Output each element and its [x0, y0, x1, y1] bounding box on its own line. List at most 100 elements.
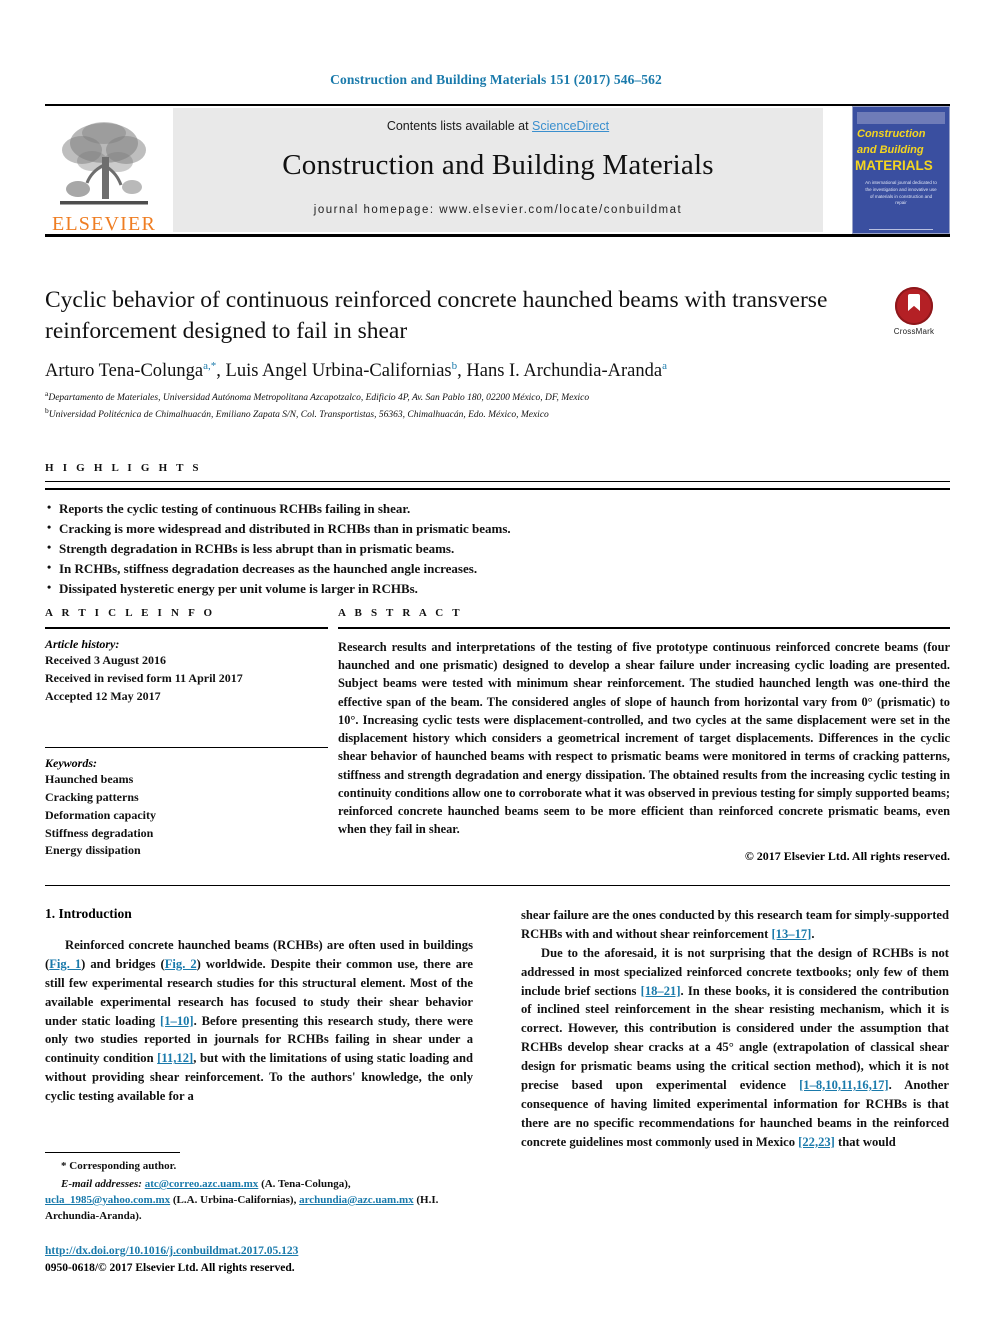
- citation-link[interactable]: [13–17]: [771, 927, 811, 941]
- cover-subtitle: An international journal dedicated to th…: [865, 180, 937, 206]
- article-info-column: A R T I C L E I N F O Article history: R…: [45, 607, 328, 864]
- body-columns: 1. Introduction Reinforced concrete haun…: [45, 906, 950, 1152]
- email-owner-2: (L.A. Urbina-Californias),: [170, 1193, 300, 1206]
- list-item: Cracking is more widespread and distribu…: [45, 518, 950, 539]
- affiliation-text: Universidad Politécnica de Chimalhuacán,…: [48, 410, 549, 421]
- keywords-list: Haunched beams Cracking patterns Deforma…: [45, 771, 328, 860]
- crossmark-badge-group[interactable]: CrossMark: [878, 287, 950, 336]
- article-info-rule: [45, 627, 328, 629]
- cover-topbar: [857, 112, 945, 124]
- highlights-section: H I G H L I G H T S Reports the cyclic t…: [45, 462, 950, 598]
- article-first-page: Construction and Building Materials 151 …: [0, 0, 992, 1323]
- intro-paragraph-3: Due to the aforesaid, it is not surprisi…: [521, 944, 949, 1152]
- info-abstract-section: A R T I C L E I N F O Article history: R…: [45, 607, 950, 864]
- corresponding-author-note: * Corresponding author.: [61, 1160, 177, 1172]
- keyword-item[interactable]: Haunched beams: [45, 771, 328, 789]
- intro-right-text-d: . In these books, it is considered the c…: [521, 983, 949, 1093]
- author-affil-mark: a,*: [203, 360, 217, 373]
- cover-line-1: Construction: [857, 128, 926, 140]
- journal-homepage[interactable]: journal homepage: www.elsevier.com/locat…: [173, 204, 823, 216]
- email-owner-1: (A. Tena-Colunga),: [258, 1177, 351, 1190]
- body-divider: [45, 885, 950, 886]
- contents-prefix: Contents lists available at: [386, 119, 533, 133]
- article-info-heading: A R T I C L E I N F O: [45, 607, 216, 619]
- list-item: In RCHBs, stiffness degradation decrease…: [45, 558, 950, 579]
- article-history-title: Article history:: [45, 637, 120, 651]
- citation-link[interactable]: [11,12]: [157, 1051, 193, 1065]
- author-name[interactable]: Arturo Tena-Colunga: [45, 361, 203, 381]
- intro-paragraph-2: shear failure are the ones conducted by …: [521, 906, 949, 944]
- crossmark-label: CrossMark: [893, 327, 935, 336]
- keywords-rule: [45, 747, 328, 749]
- keywords-block: Keywords: Haunched beams Cracking patter…: [45, 747, 328, 860]
- intro-text-b: ) and bridges (: [81, 956, 165, 971]
- article-history-list: Received 3 August 2016 Received in revis…: [45, 652, 328, 705]
- journal-cover-thumbnail: Construction and Building MATERIALS An i…: [852, 106, 950, 234]
- figure-link-1[interactable]: Fig. 1: [49, 957, 81, 971]
- list-item: Reports the cyclic testing of continuous…: [45, 498, 950, 519]
- footnote-block: * Corresponding author. E-mail addresses…: [45, 1152, 473, 1225]
- list-item: Dissipated hysteretic energy per unit vo…: [45, 578, 950, 599]
- history-item: Accepted 12 May 2017: [45, 688, 161, 703]
- abstract-rule: [338, 627, 950, 629]
- citation-link[interactable]: [22,23]: [798, 1135, 835, 1149]
- section-heading-introduction: 1. Introduction: [45, 906, 132, 921]
- journal-masthead: ELSEVIER Contents lists available at Sci…: [45, 104, 950, 237]
- email-link-1[interactable]: atc@correo.azc.uam.mx: [145, 1178, 259, 1190]
- page-title: Cyclic behavior of continuous reinforced…: [45, 287, 828, 344]
- doi-link[interactable]: http://dx.doi.org/10.1016/j.conbuildmat.…: [45, 1245, 298, 1257]
- abstract-text: Research results and interpretations of …: [338, 640, 950, 837]
- elsevier-logo: ELSEVIER: [45, 108, 163, 234]
- sciencedirect-link[interactable]: ScienceDirect: [532, 119, 609, 133]
- intro-paragraph-1: Reinforced concrete haunched beams (RCHB…: [45, 936, 473, 1106]
- highlights-heading: H I G H L I G H T S: [45, 462, 202, 474]
- keyword-item[interactable]: Energy dissipation: [45, 842, 328, 860]
- journal-title: Construction and Building Materials: [282, 149, 714, 181]
- author-name[interactable]: Hans I. Archundia-Aranda: [466, 361, 662, 381]
- abstract-heading: A B S T R A C T: [338, 607, 463, 619]
- intro-right-text-a: shear failure are the ones conducted by …: [521, 908, 949, 941]
- history-item: Received 3 August 2016: [45, 653, 166, 667]
- crossmark-icon: [895, 287, 933, 325]
- citation-link[interactable]: [1–8,10,11,16,17]: [799, 1078, 889, 1092]
- doi-block: http://dx.doi.org/10.1016/j.conbuildmat.…: [45, 1243, 473, 1278]
- keyword-item[interactable]: Stiffness degradation: [45, 825, 328, 843]
- author-list: Arturo Tena-Colungaa,*, Luis Angel Urbin…: [45, 360, 667, 382]
- email-addresses-note: E-mail addresses: atc@correo.azc.uam.mx …: [45, 1177, 473, 1225]
- cover-line-2: and Building: [857, 144, 924, 156]
- footnote-rule: [45, 1152, 180, 1153]
- history-item: Received in revised form 11 April 2017: [45, 670, 243, 685]
- cover-divider: [869, 229, 933, 230]
- issn-copyright-line: 0950-0618/© 2017 Elsevier Ltd. All right…: [45, 1262, 295, 1275]
- email-link-2[interactable]: ucla_1985@yahoo.com.mx: [45, 1194, 170, 1206]
- copyright-line: © 2017 Elsevier Ltd. All rights reserved…: [744, 848, 950, 863]
- journal-band: Contents lists available at ScienceDirec…: [173, 108, 823, 232]
- email-link-3[interactable]: archundia@azc.uam.mx: [299, 1194, 414, 1206]
- cover-footer-text: Edited by: [853, 233, 949, 234]
- abstract-column: A B S T R A C T Research results and int…: [338, 607, 950, 864]
- elsevier-wordmark: ELSEVIER: [51, 213, 157, 235]
- contents-line: Contents lists available at ScienceDirec…: [173, 108, 823, 133]
- list-item: Strength degradation in RCHBs is less ab…: [45, 538, 950, 559]
- citation-link[interactable]: [1–10]: [160, 1014, 194, 1028]
- highlights-rule-bottom: [45, 488, 950, 490]
- keywords-title: Keywords:: [45, 756, 97, 771]
- affiliation-item: aDepartamento de Materiales, Universidad…: [45, 389, 950, 406]
- title-block: Cyclic behavior of continuous reinforced…: [45, 285, 950, 423]
- cover-line-3: MATERIALS: [855, 158, 933, 173]
- email-label: E-mail addresses:: [61, 1177, 142, 1190]
- body-column-left: 1. Introduction Reinforced concrete haun…: [45, 906, 473, 1152]
- citation-link[interactable]: [18–21]: [641, 984, 681, 998]
- intro-right-text-b: .: [811, 926, 815, 941]
- highlights-list: Reports the cyclic testing of continuous…: [45, 498, 950, 599]
- author-affil-mark: a: [662, 360, 667, 373]
- keyword-item[interactable]: Cracking patterns: [45, 789, 328, 807]
- affiliation-text: Departamento de Materiales, Universidad …: [48, 393, 590, 404]
- body-column-right: shear failure are the ones conducted by …: [521, 906, 949, 1152]
- figure-link-2[interactable]: Fig. 2: [165, 957, 197, 971]
- keyword-item[interactable]: Deformation capacity: [45, 807, 328, 825]
- elsevier-tree-icon: [60, 122, 148, 205]
- running-head: Construction and Building Materials 151 …: [330, 72, 662, 87]
- author-name[interactable]: Luis Angel Urbina-Californias: [226, 361, 452, 381]
- highlights-rule-top: [45, 481, 950, 482]
